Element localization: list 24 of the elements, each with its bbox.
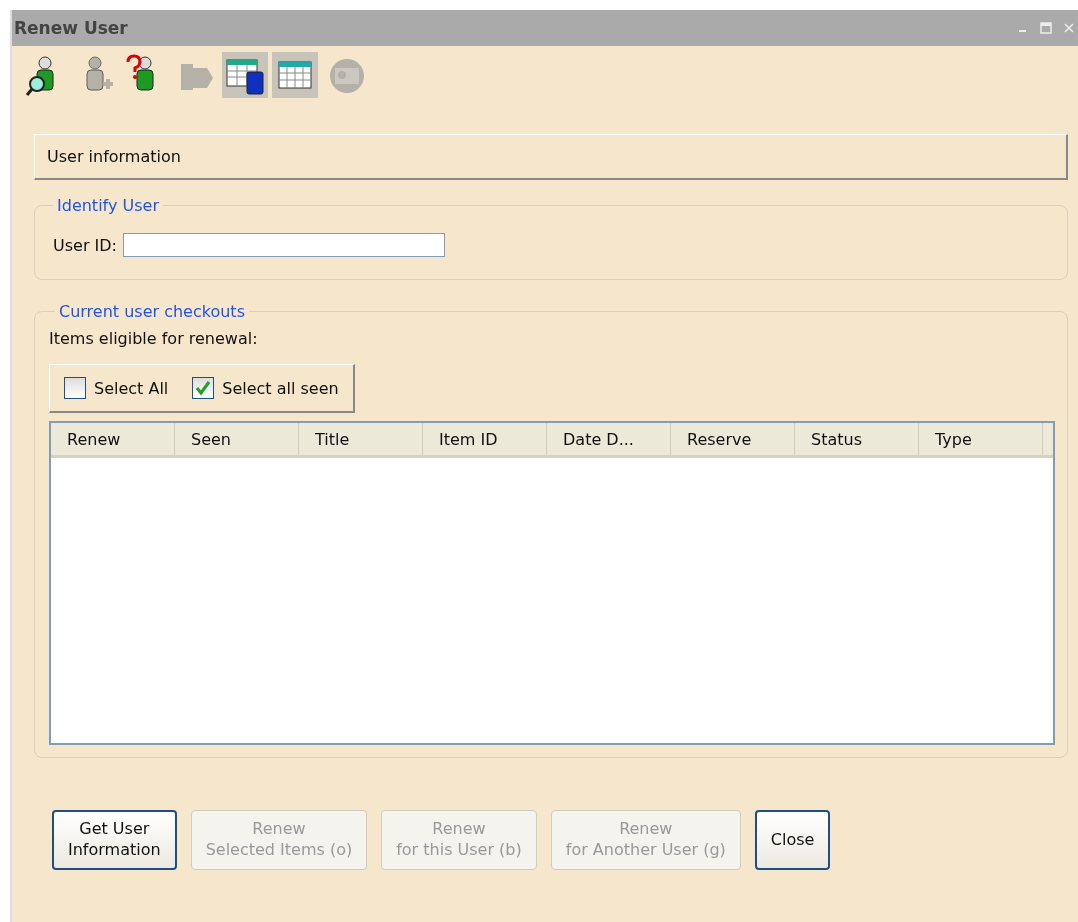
caption: Items eligible for renewal: [49,329,259,348]
field-label: User ID: [53,235,117,255]
column-header[interactable]: Date D... [547,423,671,455]
section-header: User information [34,134,1068,180]
checkbox-label: Select all seen [222,378,339,398]
window-title: Renew User [14,18,128,38]
column-header[interactable]: Seen [175,423,299,455]
user-id-field[interactable] [123,233,445,257]
checkbox[interactable] [64,377,86,399]
maximize-icon[interactable] [1040,22,1052,34]
group-legend: Current user checkouts [55,302,249,321]
column-header[interactable]: Status [795,423,919,455]
action-button[interactable]: Close [754,810,831,870]
close-icon[interactable] [1064,22,1074,34]
toolbar-button[interactable] [222,52,268,98]
column-header[interactable]: Type [919,423,1043,455]
column-header[interactable]: Title [299,423,423,455]
column-header[interactable]: Item ID [423,423,547,455]
group-legend: Identify User [53,196,163,215]
checkbox[interactable] [192,377,215,399]
action-button[interactable]: Get User Information [52,810,177,870]
column-header[interactable]: Reserve [671,423,795,455]
column-header[interactable]: Renew [51,423,175,455]
checkbox-label: Select All [94,378,169,398]
